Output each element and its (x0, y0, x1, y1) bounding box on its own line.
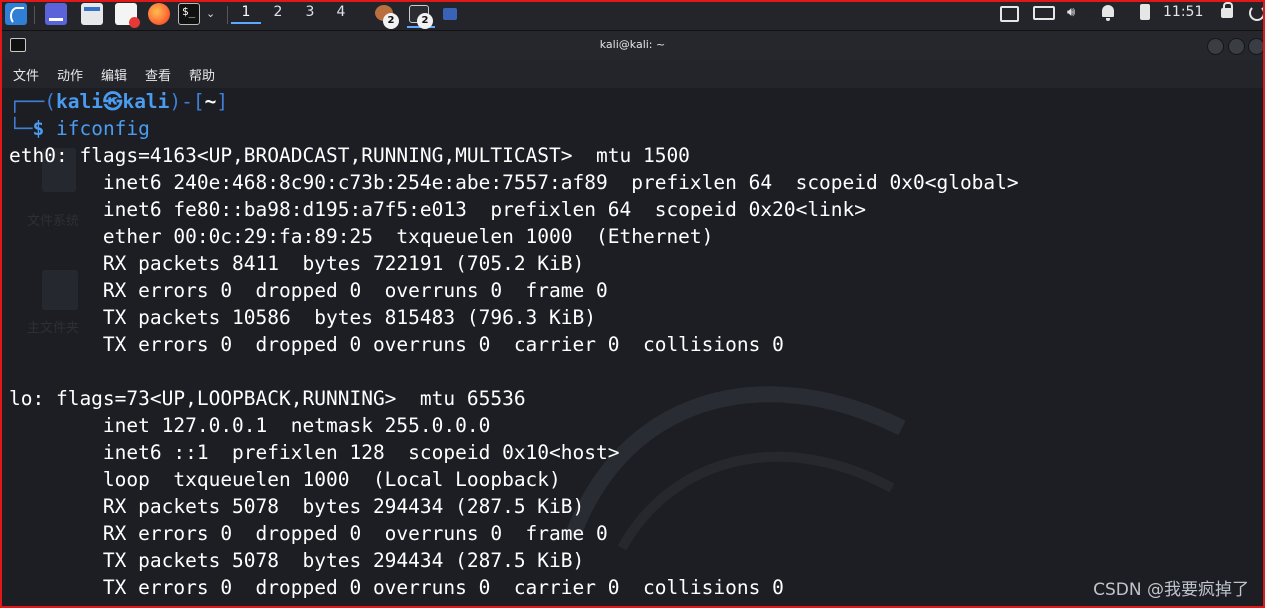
command-text: ifconfig (55, 117, 150, 140)
terminal-icon[interactable]: $_ (178, 3, 200, 25)
window-titlebar[interactable]: kali@kali: ~ (2, 31, 1265, 60)
chevron-down-icon[interactable]: ⌄ (206, 7, 215, 20)
file-manager-icon[interactable] (81, 3, 103, 25)
keyboard-icon[interactable] (1033, 6, 1055, 20)
clock[interactable]: 11:51 (1163, 4, 1203, 20)
panel-separator (34, 6, 35, 24)
firefox-icon[interactable] (148, 3, 170, 25)
output-line: inet6 fe80::ba98:d195:a7f5:e013 prefixle… (9, 198, 867, 221)
command-line: └─$ ifconfig (9, 117, 150, 140)
prompt-line: ┌──(kali㉿kali)-[~] (9, 90, 229, 113)
output-line: RX errors 0 dropped 0 overruns 0 frame 0 (9, 522, 608, 545)
workspace-2[interactable]: 2 (263, 4, 293, 20)
task-button-terminal[interactable]: 2 (407, 3, 435, 29)
window-count-badge: 2 (417, 13, 433, 29)
output-line: TX errors 0 dropped 0 overruns 0 carrier… (9, 333, 784, 356)
top-panel: $_ ⌄ 1 2 3 4 2 2 🔊︎ 11:51 (0, 0, 1265, 31)
bell-icon[interactable] (1102, 5, 1114, 21)
maximize-button[interactable] (1228, 38, 1245, 55)
output-line: inet6 240e:468:8c90:c73b:254e:abe:7557:a… (9, 171, 1019, 194)
output-line: TX errors 0 dropped 0 overruns 0 carrier… (9, 576, 784, 599)
menu-actions[interactable]: 动作 (57, 65, 83, 84)
output-line: RX errors 0 dropped 0 overruns 0 frame 0 (9, 279, 608, 302)
prompt-directory: ~ (204, 90, 217, 113)
prompt-dollar: $ (32, 117, 45, 140)
prompt-host: kali (122, 90, 170, 113)
volume-icon[interactable]: 🔊︎ (1067, 5, 1075, 20)
output-line: lo: flags=73<UP,LOOPBACK,RUNNING> mtu 65… (9, 387, 526, 410)
menu-bar: 文件 动作 编辑 查看 帮助 (2, 60, 1263, 88)
menu-view[interactable]: 查看 (145, 65, 171, 84)
terminal-lines: ┌──(kali㉿kali)-[~] └─$ ifconfig eth0: fl… (9, 88, 1019, 601)
text-editor-icon[interactable] (115, 3, 140, 28)
workspace-4[interactable]: 4 (326, 4, 356, 20)
csdn-watermark: CSDN @我要疯掉了 (1093, 580, 1249, 600)
battery-icon[interactable] (1140, 4, 1150, 20)
output-line: inet6 ::1 prefixlen 128 scopeid 0x10<hos… (9, 441, 620, 464)
output-line: inet 127.0.0.1 netmask 255.0.0.0 (9, 414, 491, 437)
workspace-manager-icon[interactable] (45, 3, 67, 25)
power-icon[interactable] (1249, 5, 1265, 21)
task-button-app[interactable]: 2 (373, 3, 399, 29)
monitor-icon[interactable] (1000, 6, 1019, 22)
workspace-1[interactable]: 1 (231, 4, 261, 24)
output-line: RX packets 8411 bytes 722191 (705.2 KiB) (9, 252, 585, 275)
lock-icon[interactable] (1221, 2, 1233, 18)
kali-menu-icon[interactable] (5, 3, 27, 25)
terminal-output[interactable]: 文件系统 主文件夹 ┌──(kali㉿kali)-[~] └─$ ifconfi… (2, 88, 1263, 606)
command-output: eth0: flags=4163<UP,BROADCAST,RUNNING,MU… (9, 142, 1019, 601)
task-button-window[interactable] (443, 8, 457, 20)
prompt-at-symbol: ㉿ (102, 90, 123, 113)
minimize-button[interactable] (1207, 38, 1224, 55)
menu-file[interactable]: 文件 (13, 65, 39, 84)
output-line: RX packets 5078 bytes 294434 (287.5 KiB) (9, 495, 585, 518)
workspace-3[interactable]: 3 (295, 4, 325, 20)
menu-edit[interactable]: 编辑 (101, 65, 127, 84)
close-button[interactable] (1248, 38, 1265, 55)
window-count-badge: 2 (383, 13, 399, 29)
output-line: TX packets 10586 bytes 815483 (796.3 KiB… (9, 306, 596, 329)
menu-help[interactable]: 帮助 (189, 65, 215, 84)
output-line: loop txqueuelen 1000 (Local Loopback) (9, 468, 561, 491)
window-title: kali@kali: ~ (599, 38, 666, 51)
output-line: TX packets 5078 bytes 294434 (287.5 KiB) (9, 549, 585, 572)
prompt-user: kali (55, 90, 103, 113)
output-line: ether 00:0c:29:fa:89:25 txqueuelen 1000 … (9, 225, 714, 248)
output-line: eth0: flags=4163<UP,BROADCAST,RUNNING,MU… (9, 144, 690, 167)
panel-separator (227, 6, 228, 24)
